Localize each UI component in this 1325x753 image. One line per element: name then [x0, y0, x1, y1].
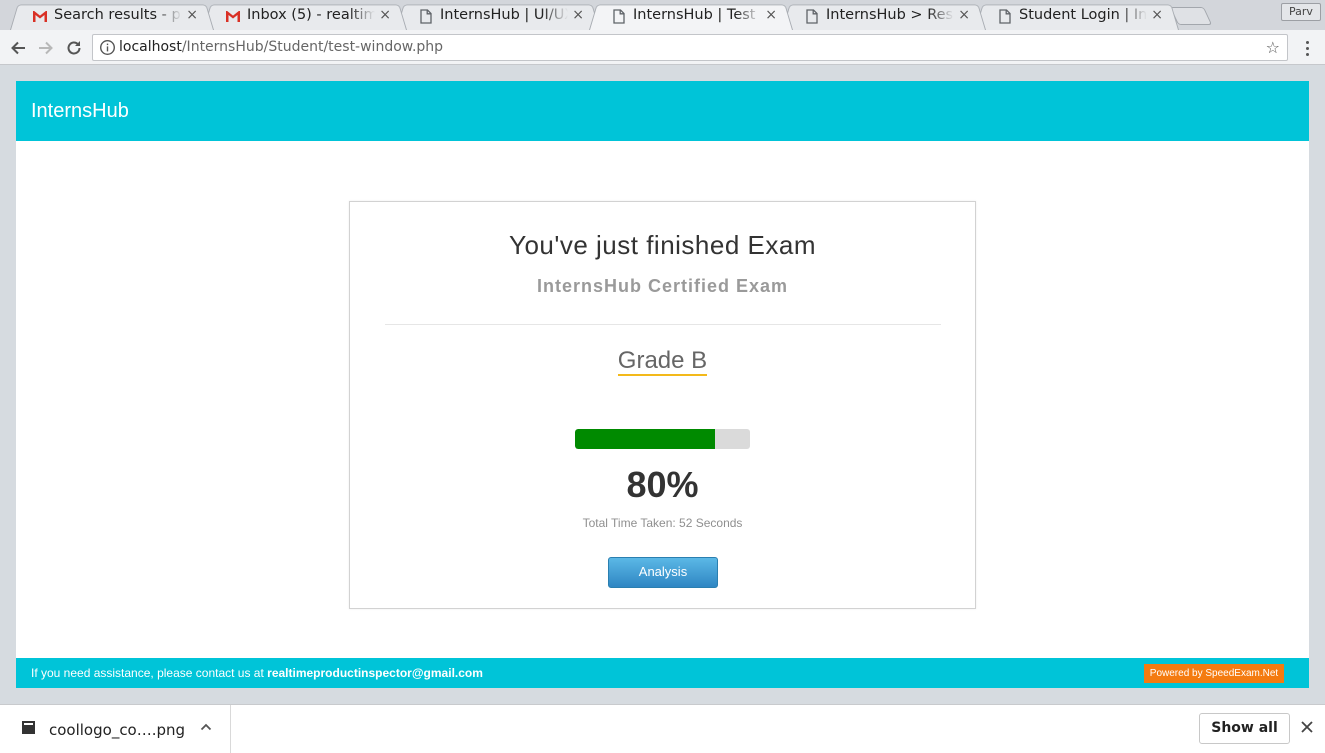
brand-logo-text[interactable]: InternsHub: [31, 100, 129, 123]
gmail-icon: [225, 8, 241, 24]
browser-toolbar: localhost/InternsHub/Student/test-window…: [0, 30, 1325, 65]
analysis-button[interactable]: Analysis: [608, 557, 718, 588]
gmail-icon: [32, 8, 48, 24]
download-item[interactable]: coollogo_co….png: [0, 705, 231, 753]
page-icon: [804, 8, 820, 24]
tab-close-icon[interactable]: ×: [1151, 7, 1163, 23]
tab-title: Student Login | Inte: [1019, 7, 1147, 23]
footer-text: If you need assistance, please contact u…: [31, 666, 264, 680]
download-file-name[interactable]: coollogo_co….png: [49, 721, 185, 739]
score-progress-fill: [575, 429, 715, 449]
image-file-icon: [22, 721, 35, 734]
browser-tab[interactable]: Search results - parv×: [10, 2, 214, 31]
browser-tab[interactable]: Student Login | Inte×: [975, 2, 1179, 31]
page-viewport: InternsHub You've just finished Exam Int…: [0, 66, 1325, 704]
footer-assistance: If you need assistance, please contact u…: [31, 666, 483, 680]
footer-email-link[interactable]: realtimeproductinspector@gmail.com: [267, 666, 483, 680]
tab-title: Search results - parv: [54, 7, 182, 23]
tab-close-icon[interactable]: ×: [572, 7, 584, 23]
page-icon: [611, 8, 627, 24]
tab-close-icon[interactable]: ×: [379, 7, 391, 23]
browser-tab[interactable]: Inbox (5) - realtimep×: [203, 2, 407, 31]
tab-close-icon[interactable]: ×: [765, 7, 777, 23]
result-card: You've just finished Exam InternsHub Cer…: [349, 201, 976, 609]
download-shelf: coollogo_co….png Show all: [0, 704, 1325, 753]
score-progress-bar: [575, 429, 750, 449]
info-icon[interactable]: [99, 39, 116, 56]
app-container: InternsHub You've just finished Exam Int…: [16, 81, 1309, 688]
close-icon[interactable]: [1299, 719, 1315, 735]
back-button[interactable]: [7, 37, 29, 59]
bookmark-star-icon[interactable]: ☆: [1266, 38, 1280, 57]
reload-button[interactable]: [63, 37, 85, 59]
show-all-button[interactable]: Show all: [1199, 713, 1290, 744]
tab-strip: Search results - parv×Inbox (5) - realti…: [0, 0, 1325, 31]
result-title: You've just finished Exam: [508, 230, 816, 260]
browser-tab[interactable]: InternsHub | Test ×: [589, 2, 793, 31]
chevron-up-icon[interactable]: [199, 720, 213, 734]
app-header: InternsHub: [16, 81, 1309, 141]
browser-tab[interactable]: InternsHub > Result×: [782, 2, 986, 31]
url-text: localhost/InternsHub/Student/test-window…: [119, 39, 443, 55]
reload-icon: [67, 41, 81, 55]
time-taken: Total Time Taken: 52 Seconds: [582, 516, 743, 530]
forward-button[interactable]: [35, 37, 57, 59]
tab-title: Inbox (5) - realtimep: [247, 7, 375, 23]
profile-button[interactable]: Parv: [1281, 3, 1321, 21]
tab-close-icon[interactable]: ×: [186, 7, 198, 23]
app-footer: If you need assistance, please contact u…: [16, 658, 1309, 688]
divider: [385, 324, 941, 325]
browser-menu-button[interactable]: [1299, 37, 1315, 59]
browser-tab[interactable]: InternsHub | UI/UX ×: [396, 2, 600, 31]
page-icon: [418, 8, 434, 24]
tab-title: InternsHub | Test: [633, 7, 756, 23]
url-host: localhost: [119, 39, 182, 55]
tab-title: InternsHub > Result: [826, 7, 954, 23]
exam-name: InternsHub Certified Exam: [536, 276, 789, 296]
score-percent: 80%: [626, 464, 699, 505]
grade-wrapper: Grade B: [350, 348, 975, 376]
url-path: /InternsHub/Student/test-window.php: [181, 39, 444, 55]
tab-title: InternsHub | UI/UX: [440, 7, 568, 23]
back-arrow-icon: [11, 41, 25, 55]
tab-close-icon[interactable]: ×: [958, 7, 970, 23]
page-icon: [997, 8, 1013, 24]
powered-by-badge[interactable]: Powered by SpeedExam.Net: [1144, 664, 1284, 683]
forward-arrow-icon: [39, 41, 53, 55]
address-bar[interactable]: localhost/InternsHub/Student/test-window…: [92, 34, 1288, 61]
grade-label: Grade B: [617, 347, 708, 376]
